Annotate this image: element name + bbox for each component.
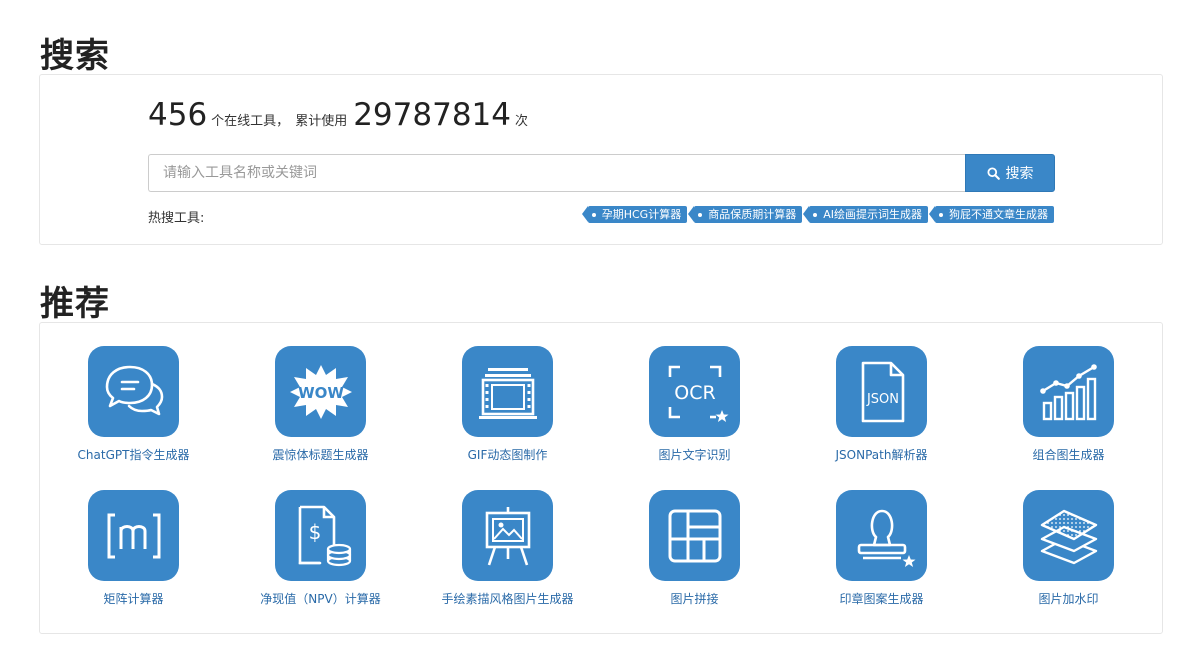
- film-frame-icon: [478, 367, 537, 419]
- tool-image-stitch[interactable]: 图片拼接: [601, 490, 788, 607]
- search-bar: 搜索: [148, 154, 1055, 192]
- tool-count: 456: [148, 97, 208, 133]
- tool-label: 印章图案生成器: [839, 592, 924, 606]
- chat-bubbles-icon: [105, 365, 163, 415]
- svg-text:WOW: WOW: [298, 384, 344, 402]
- tool-jsonpath[interactable]: JSON JSONPath解析器: [788, 346, 975, 463]
- usage-suffix: 次: [515, 114, 529, 129]
- search-button[interactable]: 搜索: [965, 154, 1055, 192]
- tool-ocr[interactable]: OCR 图片文字识别: [601, 346, 788, 463]
- tool-label: 矩阵计算器: [103, 592, 164, 606]
- bar-line-chart-icon: [1039, 363, 1097, 420]
- tool-stamp-generator[interactable]: 印章图案生成器: [788, 490, 975, 607]
- tool-chatgpt-prompt[interactable]: ChatGPT指令生成器: [40, 346, 227, 463]
- tool-npv-calculator[interactable]: $ 净现值（NPV）计算器: [227, 490, 414, 607]
- tool-matrix-calculator[interactable]: 矩阵计算器: [40, 490, 227, 607]
- tool-label: 震惊体标题生成器: [272, 448, 369, 462]
- tool-grid: ChatGPT指令生成器 WOW 震惊体标题生成器 GIF动态图制作 OCR 图…: [40, 323, 1162, 633]
- hot-tag[interactable]: AI绘画提示词生成器: [803, 206, 928, 223]
- tool-watermark[interactable]: 图片加水印: [975, 490, 1162, 607]
- svg-text:JSON: JSON: [865, 392, 898, 407]
- tool-label: 净现值（NPV）计算器: [260, 592, 381, 606]
- tool-shock-title[interactable]: WOW 震惊体标题生成器: [227, 346, 414, 463]
- easel-icon: [485, 506, 530, 565]
- tool-label: GIF动态图制作: [467, 448, 548, 462]
- tool-label: 组合图生成器: [1032, 448, 1105, 462]
- tool-gif-maker[interactable]: GIF动态图制作: [414, 346, 601, 463]
- ocr-icon: OCR: [668, 365, 728, 422]
- tool-label: ChatGPT指令生成器: [77, 448, 190, 462]
- tool-label: JSONPath解析器: [835, 448, 928, 462]
- usage-prefix: 累计使用: [295, 114, 348, 129]
- hot-search-label: 热搜工具:: [148, 211, 205, 226]
- hot-search-tags: 孕期HCG计算器 商品保质期计算器 AI绘画提示词生成器 狗屁不通文章生成器: [581, 206, 1054, 223]
- matrix-icon: [107, 513, 160, 558]
- tool-sketch-generator[interactable]: 手绘素描风格图片生成器: [414, 490, 601, 607]
- search-button-label: 搜索: [1005, 166, 1034, 182]
- image-grid-icon: [668, 509, 721, 562]
- search-icon: [986, 166, 1000, 180]
- tool-label: 手绘素描风格图片生成器: [441, 592, 574, 606]
- tool-label: 图片加水印: [1038, 592, 1099, 606]
- tool-count-suffix: 个在线工具，: [211, 114, 290, 129]
- section-title-search: 搜索: [40, 36, 110, 76]
- search-panel: 456个在线工具， 累计使用 29787814 次 搜索 热搜工具: 孕期HCG计算器…: [39, 74, 1163, 245]
- recommend-panel: ChatGPT指令生成器 WOW 震惊体标题生成器 GIF动态图制作 OCR 图…: [39, 322, 1163, 634]
- dollar-coins-icon: $: [298, 505, 351, 566]
- tool-combo-chart[interactable]: 组合图生成器: [975, 346, 1162, 463]
- wow-icon: WOW: [289, 364, 352, 419]
- usage-count: 29787814: [353, 97, 511, 133]
- json-file-icon: JSON: [861, 361, 904, 422]
- svg-text:OCR: OCR: [674, 382, 715, 404]
- section-title-recommend: 推荐: [40, 284, 110, 324]
- hot-tag[interactable]: 商品保质期计算器: [688, 206, 803, 223]
- hot-tag[interactable]: 狗屁不通文章生成器: [929, 206, 1054, 223]
- stats-line: 456 个在线工具， 累计使用 29787814 次: [148, 97, 534, 133]
- stamp-icon: [857, 509, 915, 567]
- tool-label: 图片拼接: [670, 592, 719, 606]
- svg-text:$: $: [308, 520, 321, 544]
- tool-label: 图片文字识别: [658, 448, 731, 462]
- search-input[interactable]: [148, 154, 965, 192]
- hot-tag[interactable]: 孕期HCG计算器: [581, 206, 688, 223]
- layers-icon: [1040, 509, 1097, 564]
